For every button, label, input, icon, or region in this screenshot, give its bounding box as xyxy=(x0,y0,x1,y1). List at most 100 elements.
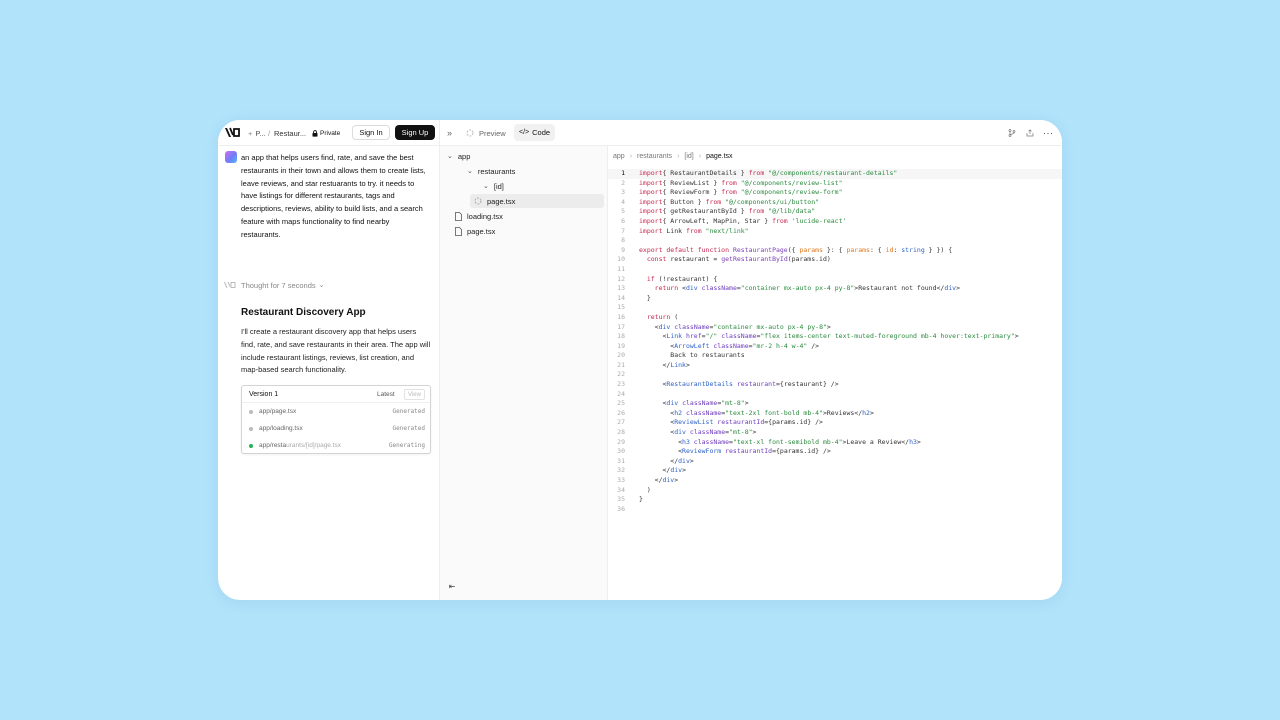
tree-folder-id[interactable]: ⌄ [id] xyxy=(483,179,504,193)
code-line[interactable]: 1 import{ RestaurantDetails } from "@/com… xyxy=(608,169,1062,179)
line-text: ) xyxy=(639,485,651,494)
line-text: import{ ReviewList } from "@/components/… xyxy=(639,178,843,187)
code-line[interactable]: 7 import Link from "next/link" xyxy=(608,227,1062,237)
file-breadcrumb: app › restaurants › [id] › page.tsx xyxy=(613,150,733,162)
line-number: 30 xyxy=(617,447,625,456)
code-line[interactable]: 34 ) xyxy=(608,486,1062,496)
line-text: import{ getRestaurantById } from "@/lib/… xyxy=(639,207,816,216)
code-line[interactable]: 11 xyxy=(608,265,1062,275)
line-number: 29 xyxy=(617,437,625,446)
code-line[interactable]: 10 const restaurant = getRestaurantById(… xyxy=(608,255,1062,265)
code-line[interactable]: 29 <h3 className="text-xl font-semibold … xyxy=(608,438,1062,448)
version-file-row[interactable]: app/restaurants/[id]/page.tsx Generating xyxy=(242,439,430,453)
line-number: 27 xyxy=(617,418,625,427)
code-line[interactable]: 33 </div> xyxy=(608,476,1062,486)
code-line[interactable]: 23 <RestaurantDetails restaurant={restau… xyxy=(608,380,1062,390)
sign-in-button[interactable]: Sign In xyxy=(352,125,390,140)
code-line[interactable]: 3 import{ ReviewForm } from "@/components… xyxy=(608,188,1062,198)
line-number: 26 xyxy=(617,408,625,417)
version-file-row[interactable]: app/loading.tsx Generated xyxy=(242,422,430,436)
tab-preview[interactable]: Preview xyxy=(466,120,506,146)
code-line[interactable]: 4 import{ Button } from "@/components/ui/… xyxy=(608,198,1062,208)
code-line[interactable]: 8 xyxy=(608,236,1062,246)
code-line[interactable]: 24 xyxy=(608,390,1062,400)
version-file-row[interactable]: app/page.tsx Generated xyxy=(242,405,430,419)
version-file-status: Generated xyxy=(392,408,425,415)
code-line[interactable]: 27 <ReviewList restaurantId={params.id} … xyxy=(608,418,1062,428)
v0-logo-icon[interactable] xyxy=(224,126,242,139)
code-line[interactable]: 16 return ( xyxy=(608,313,1062,323)
breadcrumb-item[interactable]: restaurants xyxy=(637,153,672,160)
code-line[interactable]: 31 </div> xyxy=(608,457,1062,467)
tab-code[interactable]: </> Code xyxy=(514,124,556,141)
line-number: 34 xyxy=(617,485,625,494)
sign-up-button[interactable]: Sign Up xyxy=(395,125,435,140)
line-number: 7 xyxy=(621,226,625,235)
line-text: const restaurant = getRestaurantById(par… xyxy=(639,255,831,264)
line-text: } xyxy=(639,495,643,504)
code-line[interactable]: 2 import{ ReviewList } from "@/components… xyxy=(608,179,1062,189)
tree-file-page-id[interactable]: page.tsx xyxy=(470,194,604,208)
visibility-label: Private xyxy=(320,129,341,137)
code-line[interactable]: 19 <ArrowLeft className="mr-2 h-4 w-4" /… xyxy=(608,342,1062,352)
project-name: P... xyxy=(255,128,266,138)
plus-icon: + xyxy=(248,128,253,138)
tree-folder-restaurants[interactable]: ⌄ restaurants xyxy=(467,164,515,178)
line-text: import{ ArrowLeft, MapPin, Star } from '… xyxy=(639,216,847,225)
response-heading: Restaurant Discovery App xyxy=(241,307,366,318)
version-card[interactable]: Version 1 Latest View app/page.tsx Gener… xyxy=(241,385,431,454)
line-text: import Link from "next/link" xyxy=(639,226,749,235)
code-line[interactable]: 12 if (!restaurant) { xyxy=(608,275,1062,285)
breadcrumb-item[interactable]: app xyxy=(613,153,625,160)
version-card-header: Version 1 Latest View xyxy=(242,386,430,403)
breadcrumb-item[interactable]: [id] xyxy=(684,153,693,160)
code-line[interactable]: 9 export default function RestaurantPage(… xyxy=(608,246,1062,256)
code-line[interactable]: 25 <div className="mt-8"> xyxy=(608,399,1062,409)
line-number: 13 xyxy=(617,284,625,293)
tree-file-loading[interactable]: loading.tsx xyxy=(455,209,503,223)
more-options-icon[interactable]: ··· xyxy=(1043,120,1054,146)
v0-thinking-icon xyxy=(224,281,236,289)
thought-toggle[interactable]: Thought for 7 seconds ⌄ xyxy=(224,279,325,291)
tab-code-label: Code xyxy=(532,128,551,137)
code-line[interactable]: 35} xyxy=(608,495,1062,505)
version-file-path: app/loading.tsx xyxy=(259,425,303,432)
code-line[interactable]: 14 } xyxy=(608,294,1062,304)
code-line[interactable]: 15 xyxy=(608,303,1062,313)
code-line[interactable]: 17 <div className="container mx-auto px-… xyxy=(608,323,1062,333)
tree-file-page[interactable]: page.tsx xyxy=(455,224,495,238)
code-line[interactable]: 18 <Link href="/" className="flex items-… xyxy=(608,332,1062,342)
file-icon xyxy=(455,226,462,236)
code-editor[interactable]: app › restaurants › [id] › page.tsx 1 imp… xyxy=(608,146,1062,600)
share-icon[interactable] xyxy=(1026,120,1034,146)
line-number: 21 xyxy=(617,360,625,369)
line-text: return ( xyxy=(639,312,679,321)
code-line[interactable]: 22 xyxy=(608,370,1062,380)
version-title: Version 1 xyxy=(249,391,279,398)
code-line[interactable]: 20 Back to restaurants xyxy=(608,351,1062,361)
lock-icon xyxy=(312,129,318,137)
code-line[interactable]: 32 </div> xyxy=(608,466,1062,476)
code-line[interactable]: 21 </Link> xyxy=(608,361,1062,371)
breadcrumb-item[interactable]: page.tsx xyxy=(706,153,732,160)
chevron-down-icon: ⌄ xyxy=(447,153,453,160)
code-line[interactable]: 30 <ReviewForm restaurantId={params.id} … xyxy=(608,447,1062,457)
version-file-path: app/restaurants/[id]/page.tsx xyxy=(259,442,342,449)
code-line[interactable]: 28 <div className="mt-8"> xyxy=(608,428,1062,438)
line-text: </div> xyxy=(639,466,686,475)
version-view-button[interactable]: View xyxy=(404,389,425,400)
code-line[interactable]: 26 <h2 className="text-2xl font-bold mb-… xyxy=(608,409,1062,419)
git-branch-icon[interactable] xyxy=(1008,120,1016,146)
expand-panels-icon[interactable]: » xyxy=(447,120,452,146)
code-line[interactable]: 5 import{ getRestaurantById } from "@/lib… xyxy=(608,207,1062,217)
code-lines[interactable]: 1 import{ RestaurantDetails } from "@/com… xyxy=(608,169,1062,514)
collapse-sidebar-icon[interactable]: ⇤ xyxy=(446,580,458,592)
line-text: import{ ReviewForm } from "@/components/… xyxy=(639,188,843,197)
code-line[interactable]: 6 import{ ArrowLeft, MapPin, Star } from … xyxy=(608,217,1062,227)
code-line[interactable]: 13 return <div className="container mx-a… xyxy=(608,284,1062,294)
tree-folder-app[interactable]: ⌄ app xyxy=(447,149,470,163)
project-switcher[interactable]: + P... xyxy=(248,120,266,146)
code-line[interactable]: 36 xyxy=(608,505,1062,515)
chat-name[interactable]: Restaur... xyxy=(274,120,306,146)
private-badge[interactable]: Private xyxy=(312,120,340,146)
